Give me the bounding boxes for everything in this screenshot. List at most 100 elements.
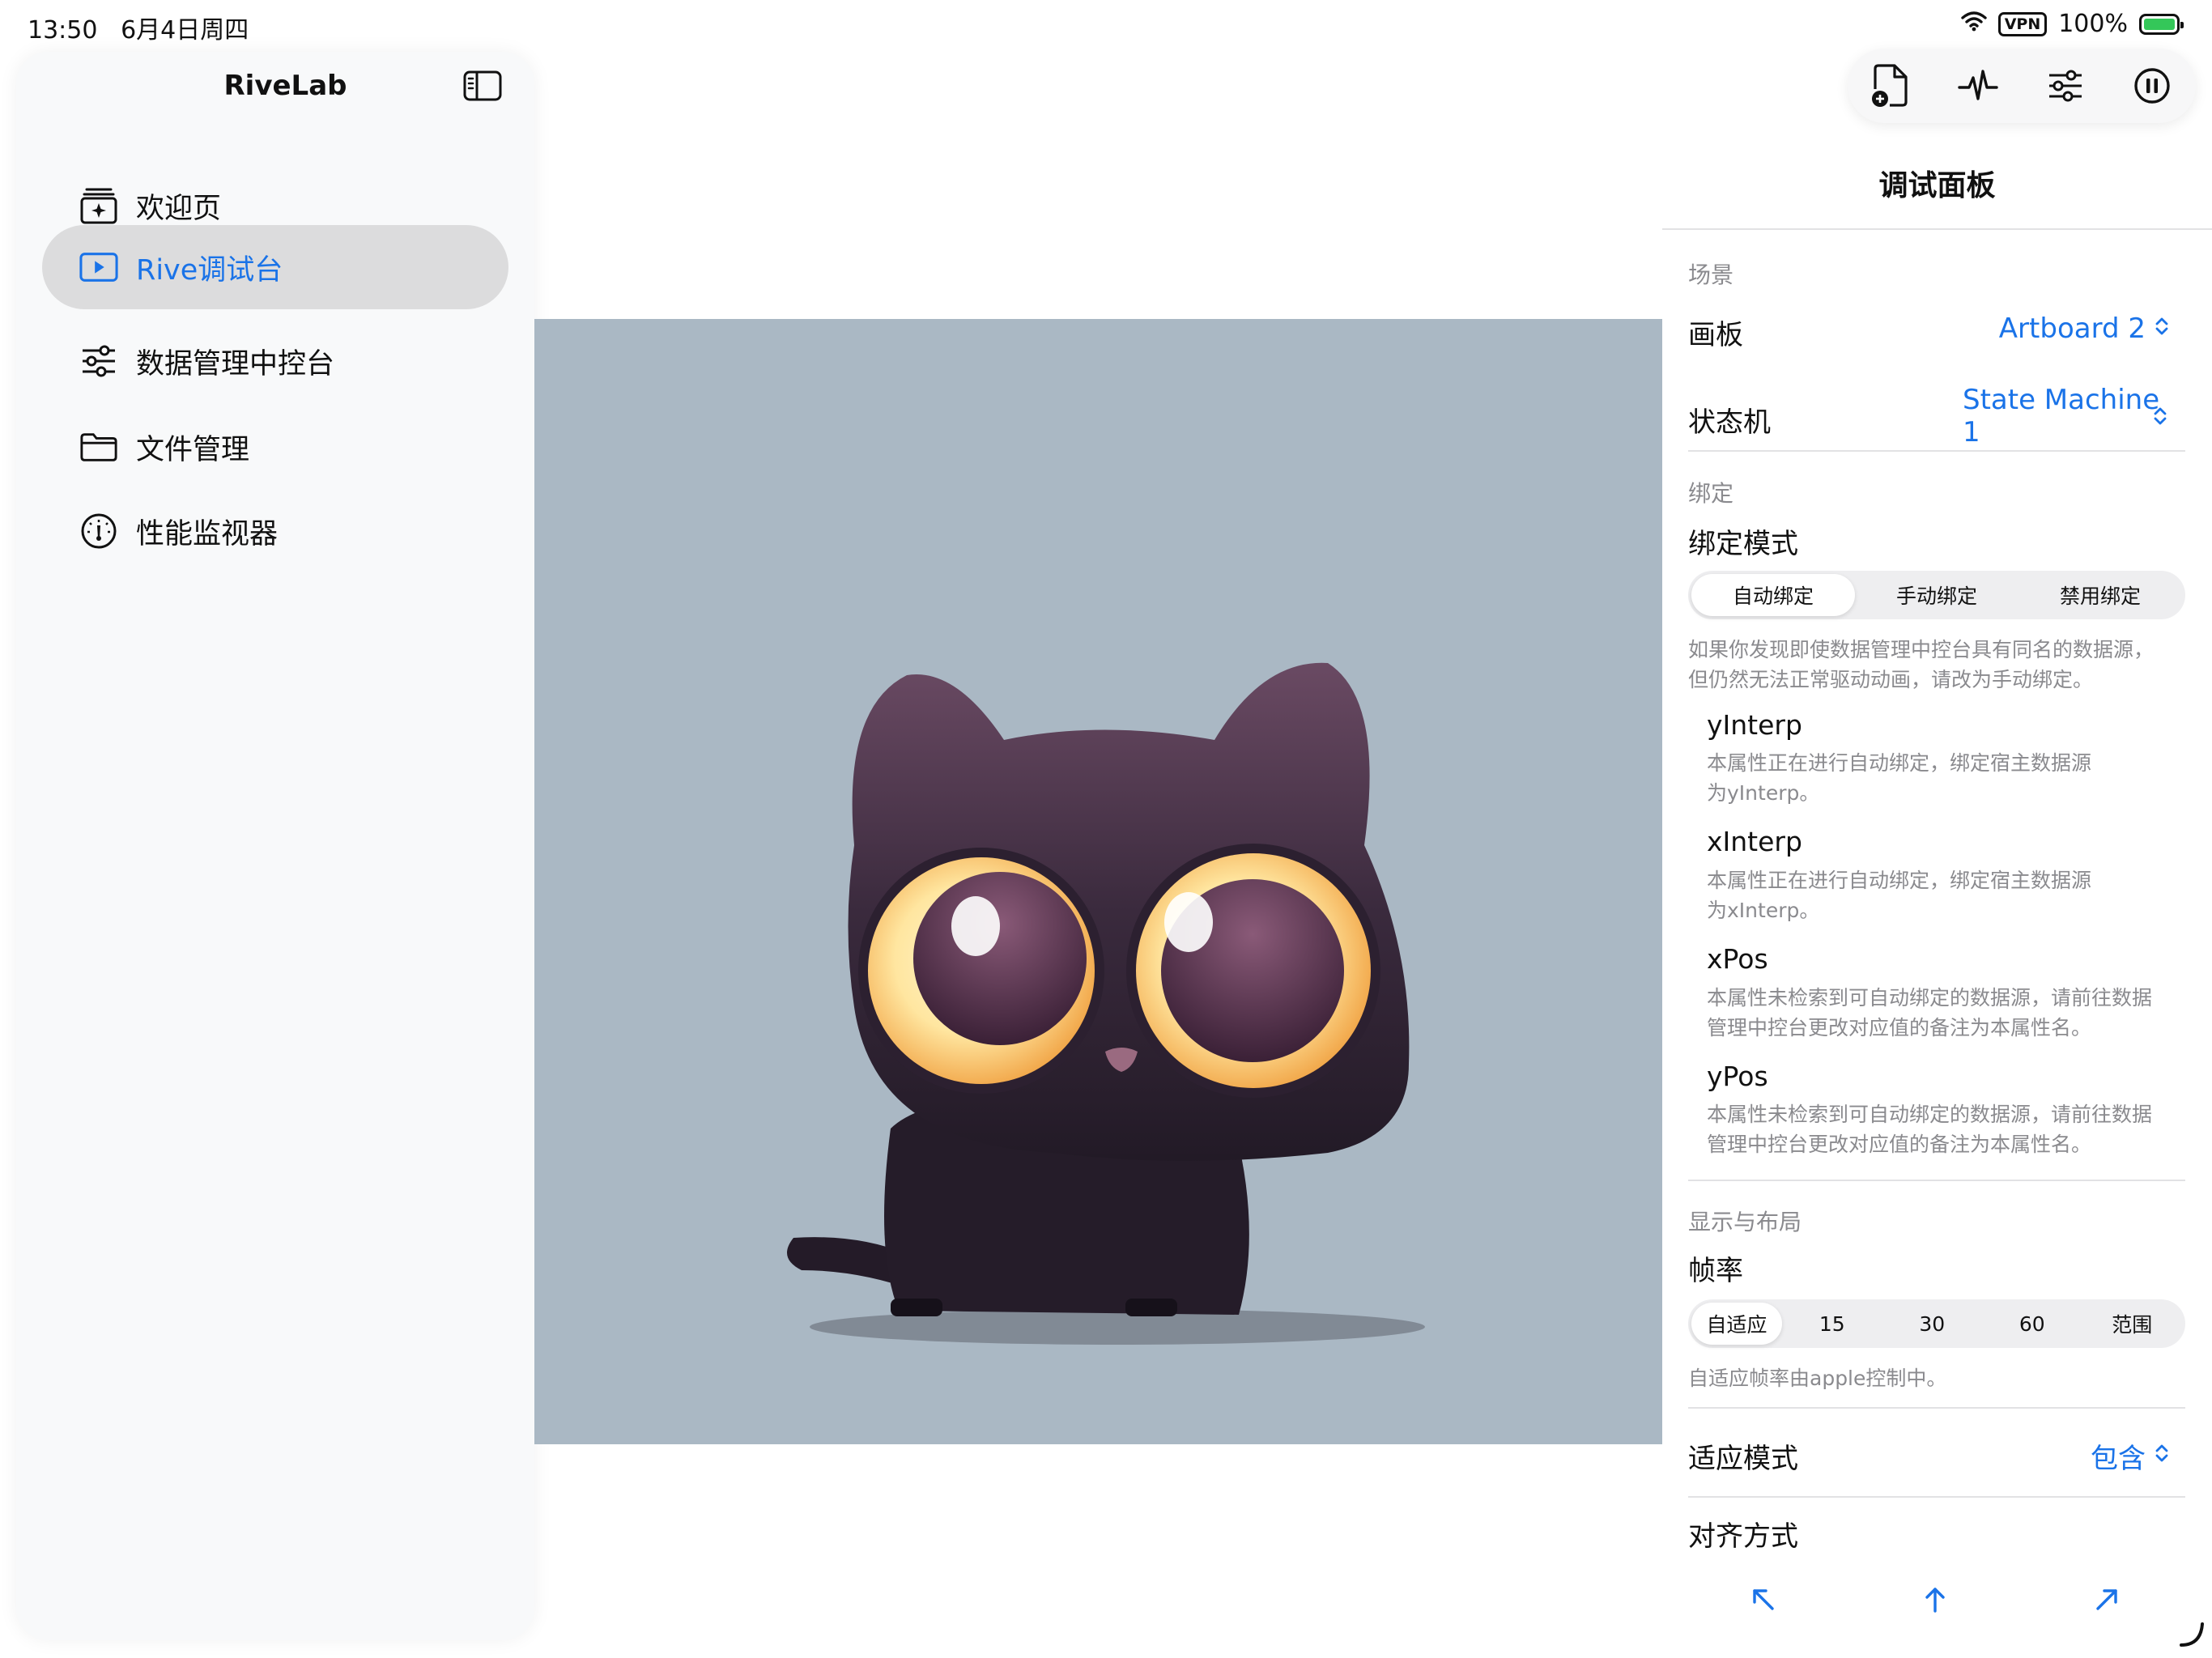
chevron-up-down-icon [2152,405,2168,433]
binding-note: 如果你发现即使数据管理中控台具有同名的数据源， 但仍然无法正常驱动动画，请改为手… [1688,635,2190,695]
sparkle-doc-icon [79,186,118,225]
property-name: yPos [1707,1061,1768,1092]
fit-mode-value: 包含 [2091,1443,2146,1475]
status-time-date: 13:50 6月4日周四 [28,10,249,45]
sidebar-item-label: 文件管理 [136,433,250,466]
resize-corner-icon [2180,1622,2204,1647]
settings-sliders-button[interactable] [2040,60,2091,112]
sidebar-item-label: 数据管理中控台 [136,347,335,380]
alignment-label: 对齐方式 [1688,1520,1798,1553]
property-description-line2: 管理中控台更改对应值的备注为本属性名。 [1707,1133,2092,1156]
arrow-up-left-icon [1753,1589,1774,1610]
segment-auto-bind[interactable]: 自动绑定 [1691,574,1855,616]
align-top-left-button[interactable] [1739,1575,1788,1624]
property-description-line1: 本属性正在进行自动绑定，绑定宿主数据源 [1707,869,2092,892]
binding-note-line1: 如果你发现即使数据管理中控台具有同名的数据源， [1688,638,2155,661]
artboard-label: 画板 [1688,319,1743,351]
resize-handle[interactable] [2178,1619,2207,1652]
rive-canvas[interactable] [534,319,1662,1444]
battery-percent: 100% [2058,10,2128,38]
pause-button[interactable] [2126,60,2178,112]
state-machine-value-line1: State Machine [1963,384,2160,416]
property-name: yInterp [1707,709,1802,741]
property-name: xPos [1707,943,1768,975]
property-description-line1: 本属性正在进行自动绑定，绑定宿主数据源 [1707,751,2092,775]
new-file-icon [1871,64,1908,107]
status-date: 6月4日周四 [121,16,249,45]
segment-framerate-range[interactable]: 范围 [2082,1303,2183,1345]
binding-note-line2: 但仍然无法正常驱动动画，请改为手动绑定。 [1688,668,2094,691]
segment-framerate-60[interactable]: 60 [1982,1303,2082,1345]
folder-icon [79,427,118,466]
segment-framerate-15[interactable]: 15 [1782,1303,1882,1345]
align-top-center-button[interactable] [1911,1575,1959,1624]
chevron-up-down-icon [2154,315,2170,343]
panel-divider [1662,228,2212,230]
status-time: 13:50 [28,16,98,45]
property-description-line2: 为xInterp。 [1707,899,1820,922]
artboard-value: Artboard 2 [1998,312,2146,345]
sliders-icon [79,342,118,380]
framerate-note: 自适应帧率由apple控制中。 [1688,1367,1947,1390]
state-machine-picker[interactable]: State Machine 1 [1963,384,2170,449]
sidebar-item-label: Rive调试台 [136,253,283,287]
sidebar-toggle-icon [463,70,502,101]
divider [1688,1496,2185,1498]
framerate-label: 帧率 [1688,1255,1743,1287]
sidebar-item-label: 性能监视器 [136,517,279,551]
state-machine-label: 状态机 [1688,406,1771,439]
property-description: 本属性未检索到可自动绑定的数据源，请前往数据 管理中控台更改对应值的备注为本属性… [1707,1099,2184,1159]
binding-mode-label: 绑定模式 [1688,528,1798,560]
artboard-picker[interactable]: Artboard 2 [1999,312,2170,345]
arrow-up-icon [1925,1588,1945,1613]
property-description: 本属性正在进行自动绑定，绑定宿主数据源 为yInterp。 [1707,748,2184,808]
status-bar: 13:50 6月4日周四 VPN 100% [0,0,2212,52]
sidebar: RiveLab 欢迎页 Rive调试台 数据管理中控台 文件管理 性能监视器 [16,52,534,1640]
divider [1688,450,2185,452]
panel-title: 调试面板 [1878,169,1996,202]
status-indicators: VPN 100% [1960,10,2184,38]
section-header-scene: 场景 [1688,261,1734,288]
section-header-binding: 绑定 [1688,480,1734,507]
binding-mode-segmented-control: 自动绑定 手动绑定 禁用绑定 [1688,571,2185,619]
battery-icon [2139,13,2184,35]
property-description-line2: 管理中控台更改对应值的备注为本属性名。 [1707,1016,2092,1039]
new-file-button[interactable] [1865,60,1917,112]
sidebar-item-data-console[interactable]: 数据管理中控台 [42,319,508,403]
divider [1688,1180,2185,1181]
cat-character-illustration [787,662,1425,1345]
sliders-icon [2048,70,2082,102]
sidebar-toggle-button[interactable] [463,70,502,102]
segment-manual-bind[interactable]: 手动绑定 [1855,574,2018,616]
state-machine-value-line2: 1 [1963,416,1980,449]
segment-disable-bind[interactable]: 禁用绑定 [2018,574,2182,616]
waveform-button[interactable] [1952,60,2004,112]
debug-toolbar [1848,49,2196,123]
property-name: xInterp [1707,826,1802,857]
align-top-right-button[interactable] [2082,1575,2131,1624]
sidebar-item-label: 欢迎页 [136,192,222,225]
gauge-icon [79,512,118,551]
property-description-line1: 本属性未检索到可自动绑定的数据源，请前往数据 [1707,986,2153,1010]
arrow-up-right-icon [2096,1589,2117,1610]
fit-mode-label: 适应模式 [1688,1443,1798,1475]
wifi-icon [1960,10,1987,38]
pause-icon [2134,68,2170,104]
vpn-badge: VPN [1997,11,2048,36]
framerate-segmented-control: 自适应 15 30 60 范围 [1688,1299,2185,1348]
property-description: 本属性正在进行自动绑定，绑定宿主数据源 为xInterp。 [1707,865,2184,925]
chevron-up-down-icon [2154,1442,2170,1470]
play-rect-icon [79,248,118,287]
divider [1688,1407,2185,1409]
section-header-display: 显示与布局 [1688,1209,1802,1235]
property-description-line1: 本属性未检索到可自动绑定的数据源，请前往数据 [1707,1103,2153,1126]
property-description: 本属性未检索到可自动绑定的数据源，请前往数据 管理中控台更改对应值的备注为本属性… [1707,983,2184,1043]
property-description-line2: 为yInterp。 [1707,781,1820,805]
sidebar-item-file-manager[interactable]: 文件管理 [42,405,508,489]
segment-framerate-adaptive[interactable]: 自适应 [1691,1303,1782,1345]
sidebar-item-performance-monitor[interactable]: 性能监视器 [42,489,508,573]
fit-mode-picker[interactable]: 包含 [2091,1436,2170,1476]
segment-framerate-30[interactable]: 30 [1882,1303,1983,1345]
waveform-icon [1958,70,1998,100]
sidebar-item-rive-debugger[interactable]: Rive调试台 [42,225,508,309]
